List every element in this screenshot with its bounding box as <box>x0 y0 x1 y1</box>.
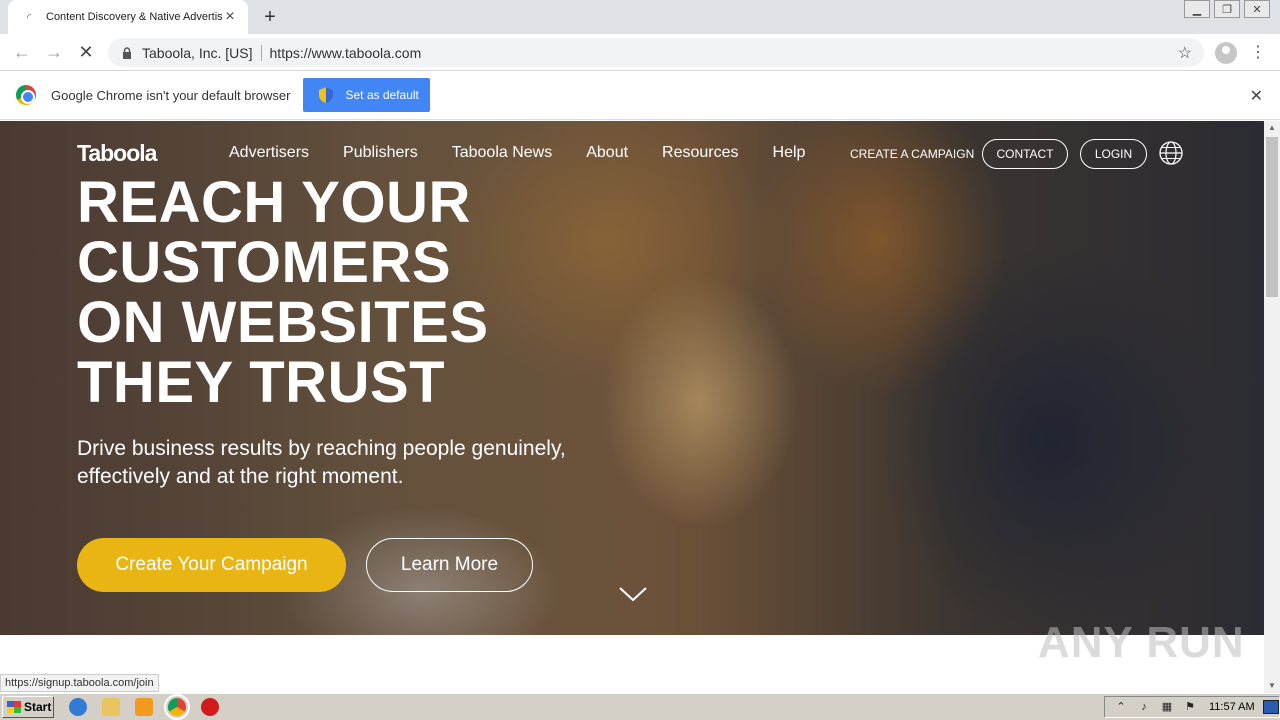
headline-line: REACH YOUR <box>77 170 471 235</box>
new-tab-button[interactable]: + <box>258 5 282 29</box>
internet-explorer-icon[interactable] <box>69 698 87 716</box>
globe-icon[interactable] <box>1159 141 1183 165</box>
chrome-taskbar-icon[interactable] <box>164 694 190 720</box>
contact-button[interactable]: CONTACT <box>982 139 1068 169</box>
taboola-logo[interactable]: Taboola <box>77 140 157 167</box>
vertical-scrollbar[interactable]: ▲ ▼ <box>1264 121 1280 693</box>
stop-loading-icon[interactable]: ✕ <box>74 40 98 64</box>
address-bar[interactable]: Taboola, Inc. [US] https://www.taboola.c… <box>108 38 1204 67</box>
lock-icon <box>120 46 134 60</box>
system-tray: ⌃ ♪ ▦ ⚑ 11:57 AM <box>1104 696 1280 718</box>
create-campaign-link[interactable]: CREATE A CAMPAIGN <box>850 147 974 161</box>
start-button[interactable]: Start <box>2 696 54 718</box>
headline-line: ON WEBSITES <box>77 290 489 355</box>
scroll-down-arrow-icon[interactable]: ▼ <box>1264 679 1280 693</box>
back-arrow-icon[interactable]: ← <box>10 40 34 64</box>
anyrun-watermark: ANY RUN <box>1038 618 1245 667</box>
tab-strip: ◜ Content Discovery & Native Advertis × … <box>0 0 1280 34</box>
separator <box>260 44 262 61</box>
window-controls: ▁ ❐ ✕ <box>1180 0 1270 18</box>
screen: ◜ Content Discovery & Native Advertis × … <box>0 0 1280 720</box>
nav-help[interactable]: Help <box>773 144 806 162</box>
media-player-icon[interactable] <box>135 698 153 716</box>
nav-about[interactable]: About <box>586 144 628 162</box>
nav-publishers[interactable]: Publishers <box>343 144 418 162</box>
scroll-up-arrow-icon[interactable]: ▲ <box>1264 121 1280 135</box>
chrome-logo-icon <box>16 85 36 105</box>
forward-arrow-icon[interactable]: → <box>42 40 66 64</box>
create-your-campaign-button[interactable]: Create Your Campaign <box>77 538 346 592</box>
site-identity: Taboola, Inc. [US] <box>142 44 253 61</box>
windows-flag-icon <box>7 701 21 713</box>
action-center-flag-icon[interactable]: ⚑ <box>1183 701 1197 713</box>
windows-taskbar: Start ⌃ ♪ ▦ ⚑ 11:57 AM <box>0 693 1280 720</box>
show-desktop-icon[interactable] <box>1262 700 1279 714</box>
close-window-button[interactable]: ✕ <box>1244 0 1270 18</box>
page-viewport: Taboola Advertisers Publishers Taboola N… <box>0 121 1264 693</box>
scroll-down-chevron-icon[interactable] <box>618 585 648 603</box>
url-text: https://www.taboola.com <box>269 44 422 61</box>
headline-line: THEY TRUST <box>77 350 446 415</box>
volume-icon[interactable]: ♪ <box>1137 701 1151 713</box>
nav-advertisers[interactable]: Advertisers <box>229 144 309 162</box>
login-button[interactable]: LOGIN <box>1080 139 1147 169</box>
clock: 11:57 AM <box>1209 701 1255 713</box>
learn-more-button[interactable]: Learn More <box>366 538 533 592</box>
hero-background-image: Taboola Advertisers Publishers Taboola N… <box>0 121 1264 635</box>
stop-sign-icon[interactable] <box>201 698 219 716</box>
status-bar-url: https://signup.taboola.com/join <box>0 674 159 692</box>
hero-subheadline: Drive business results by reaching peopl… <box>77 437 566 488</box>
bookmark-star-icon[interactable]: ☆ <box>1178 43 1192 63</box>
browser-tab[interactable]: ◜ Content Discovery & Native Advertis × <box>8 0 248 34</box>
start-label: Start <box>24 700 52 714</box>
browser-toolbar: ← → ✕ Taboola, Inc. [US] https://www.tab… <box>0 34 1280 71</box>
default-browser-infobar: Google Chrome isn't your default browser… <box>0 71 1280 120</box>
nav-taboola-news[interactable]: Taboola News <box>452 144 553 162</box>
nav-resources[interactable]: Resources <box>662 144 738 162</box>
infobar-message: Google Chrome isn't your default browser <box>51 87 291 103</box>
main-nav: Advertisers Publishers Taboola News Abou… <box>229 144 839 162</box>
restore-button[interactable]: ❐ <box>1214 0 1240 18</box>
hero-headline: REACH YOUR CUSTOMERS ON WEBSITES THEY TR… <box>77 173 597 413</box>
tray-expand-icon[interactable]: ⌃ <box>1114 701 1128 713</box>
shield-icon <box>319 87 334 103</box>
set-as-default-button[interactable]: Set as default <box>303 78 431 112</box>
folder-icon[interactable] <box>102 698 120 716</box>
profile-avatar-icon[interactable] <box>1215 42 1237 64</box>
minimize-button[interactable]: ▁ <box>1184 0 1210 18</box>
tab-title: Content Discovery & Native Advertis <box>46 11 222 23</box>
headline-line: CUSTOMERS <box>77 230 452 295</box>
infobar-close-icon[interactable]: ✕ <box>1250 86 1263 106</box>
network-icon[interactable]: ▦ <box>1160 701 1174 713</box>
scrollbar-thumb[interactable] <box>1266 137 1278 297</box>
loading-icon: ◜ <box>26 11 32 24</box>
set-as-default-label: Set as default <box>345 88 419 102</box>
menu-kebab-icon[interactable]: ⋮ <box>1250 42 1266 64</box>
tab-close-icon[interactable]: × <box>222 9 238 25</box>
